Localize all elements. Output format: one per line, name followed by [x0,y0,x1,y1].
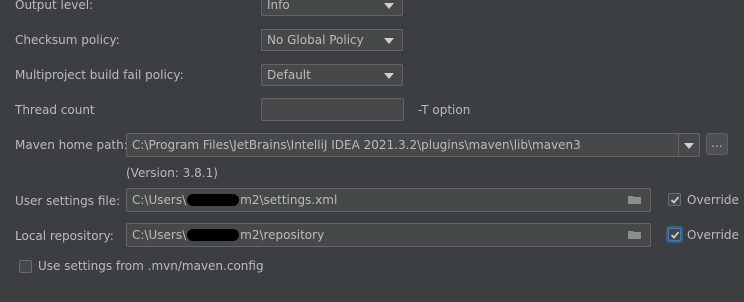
local-repository-input[interactable]: C:\Users\ m2\repository [126,223,651,247]
user-settings-override-checkbox[interactable] [668,193,681,206]
browse-button[interactable]: ... [706,133,728,155]
maven-version-text: (Version: 3.8.1) [126,166,218,180]
checksum-policy-label: Checksum policy: [15,33,120,47]
user-settings-input[interactable]: C:\Users\ m2\settings.xml [126,188,651,212]
use-mvn-config-label: Use settings from .mvn/maven.config [38,259,264,273]
user-settings-override-label: Override [687,193,739,207]
multiproject-fail-policy-value: Default [267,68,311,82]
chevron-down-icon [684,143,694,149]
thread-count-input[interactable] [261,98,404,121]
use-mvn-config-checkbox[interactable] [19,260,32,273]
output-level-value: Info [267,0,290,12]
thread-count-hint: -T option [418,103,471,117]
chevron-down-icon [384,3,394,9]
maven-home-label: Maven home path: [15,138,128,152]
thread-count-label: Thread count [15,103,95,117]
folder-icon[interactable] [628,230,642,239]
local-repository-override-checkbox[interactable] [668,228,681,241]
checksum-policy-dropdown[interactable]: No Global Policy [261,29,403,51]
maven-home-combo[interactable]: C:\Program Files\JetBrains\IntelliJ IDEA… [126,133,700,157]
output-level-label: Output level: [15,0,94,12]
redaction-mark [187,229,240,241]
combo-divider [678,134,679,156]
user-settings-label: User settings file: [15,194,121,208]
chevron-down-icon [384,38,394,44]
maven-home-value: C:\Program Files\JetBrains\IntelliJ IDEA… [132,138,581,152]
checkmark-icon [670,231,680,239]
multiproject-fail-policy-dropdown[interactable]: Default [261,64,403,86]
checksum-policy-value: No Global Policy [267,33,364,47]
checkmark-icon [670,196,680,204]
local-repository-override-label: Override [687,228,739,242]
local-repository-label: Local repository: [15,229,114,243]
multiproject-fail-policy-label: Multiproject build fail policy: [15,68,184,82]
redaction-mark [187,194,240,206]
chevron-down-icon [384,73,394,79]
folder-icon[interactable] [628,195,642,204]
user-settings-value: C:\Users\ m2\settings.xml [132,193,338,207]
local-repository-value: C:\Users\ m2\repository [132,228,325,242]
output-level-dropdown[interactable]: Info [261,0,403,16]
